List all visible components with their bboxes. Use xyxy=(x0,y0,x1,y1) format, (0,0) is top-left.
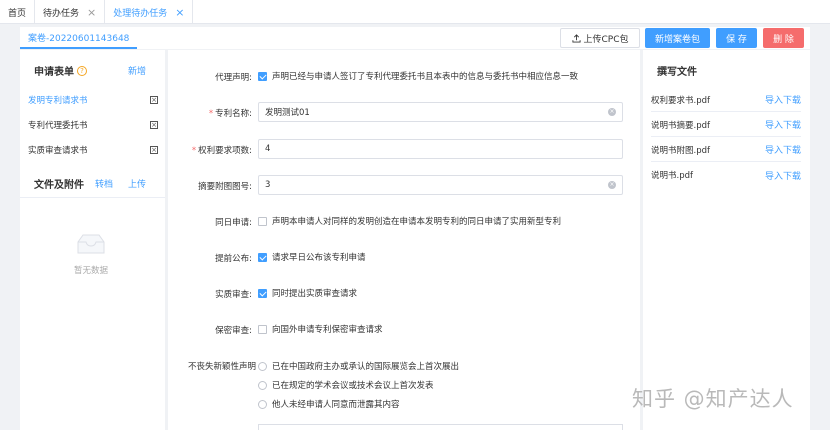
file-name: 说明书附图.pdf xyxy=(651,145,710,156)
help-icon[interactable]: ? xyxy=(77,65,87,76)
same-day-label: 同日申请: xyxy=(215,218,252,228)
form-item-label: 实质审查请求书 xyxy=(28,146,88,156)
save-button[interactable]: 保 存 xyxy=(716,28,757,48)
file-row: 权利要求书.pdf 导入下载 xyxy=(651,88,801,112)
import-download-link[interactable]: 导入下载 xyxy=(765,169,801,182)
tab-process-todo[interactable]: 处理待办任务 × xyxy=(105,0,194,24)
checkbox[interactable] xyxy=(258,71,267,81)
checkbox-label: 声明本申请人对同样的发明创造在申请本发明专利的同日申请了实用新型专利 xyxy=(272,217,562,227)
form-item[interactable]: 实质审查请求书 × xyxy=(28,143,158,157)
radio[interactable] xyxy=(258,399,267,409)
case-tab[interactable]: 案卷-20220601143648 xyxy=(20,27,138,49)
novelty-radio[interactable]: 已在规定的学术会议或技术会议上首次发表 xyxy=(258,379,434,391)
left-panel: 申请表单 ? 新增 发明专利请求书 × 专利代理委托书 × 实质审查请求书 × … xyxy=(20,50,165,430)
convert-link[interactable]: 转档 xyxy=(95,177,113,190)
form-item-label: 专利代理委托书 xyxy=(28,121,88,131)
input-value: 4 xyxy=(265,144,271,154)
tab-bar: 首页 待办任务 × 处理待办任务 × xyxy=(0,0,830,24)
radio-label: 已在中国政府主办或承认的国际展览会上首次展出 xyxy=(272,362,460,372)
import-download-link[interactable]: 导入下载 xyxy=(765,118,801,131)
substantive-exam-label: 实质审查: xyxy=(215,290,252,300)
remove-icon[interactable]: × xyxy=(150,146,158,154)
checkbox[interactable] xyxy=(258,324,267,334)
input-value: 3 xyxy=(265,180,271,190)
same-day-checkbox[interactable]: 声明本申请人对同样的发明创造在申请本发明专利的同日申请了实用新型专利 xyxy=(258,215,561,227)
radio[interactable] xyxy=(258,380,267,390)
input-value: 发明测试01 xyxy=(265,108,310,118)
add-form-link[interactable]: 新增 xyxy=(128,64,146,77)
right-panel: 撰写文件 权利要求书.pdf 导入下载 说明书摘要.pdf 导入下载 说明书附图… xyxy=(643,50,810,430)
close-icon[interactable]: × xyxy=(175,6,184,19)
checkbox-label: 声明已经与申请人签订了专利代理委托书且本表中的信息与委托书中相应信息一致 xyxy=(272,72,579,82)
partial-input[interactable] xyxy=(258,424,623,430)
form-item[interactable]: 发明专利请求书 × xyxy=(28,93,158,107)
tab-home[interactable]: 首页 xyxy=(0,0,36,24)
agent-statement-label: 代理声明: xyxy=(215,73,252,83)
file-name: 说明书摘要.pdf xyxy=(651,120,710,131)
abstract-figure-label: 摘要附图图号: xyxy=(198,182,252,192)
form-item-label: 发明专利请求书 xyxy=(28,96,88,106)
button-label: 上传CPC包 xyxy=(583,34,629,45)
radio-label: 已在规定的学术会议或技术会议上首次发表 xyxy=(272,381,434,391)
case-toolbar: 案卷-20220601143648 上传CPC包 新增案卷包 保 存 删 除 xyxy=(20,27,810,49)
delete-button[interactable]: 删 除 xyxy=(763,28,804,48)
import-download-link[interactable]: 导入下载 xyxy=(765,93,801,106)
watermark: 知乎 @知产达人 xyxy=(632,387,794,411)
import-download-link[interactable]: 导入下载 xyxy=(765,143,801,156)
claims-count-label: * 权利要求项数: xyxy=(191,146,252,156)
application-form: 代理声明: 声明已经与申请人签订了专利代理委托书且本表中的信息与委托书中相应信息… xyxy=(168,50,640,430)
checkbox-label: 同时提出实质审查请求 xyxy=(272,289,358,299)
file-name: 说明书.pdf xyxy=(651,171,693,181)
upload-cpc-button[interactable]: 上传CPC包 xyxy=(560,28,640,48)
new-case-button[interactable]: 新增案卷包 xyxy=(645,28,710,48)
agent-statement-checkbox[interactable]: 声明已经与申请人签订了专利代理委托书且本表中的信息与委托书中相应信息一致 xyxy=(258,70,578,82)
section-title: 撰写文件 xyxy=(657,67,697,78)
novelty-label: 不丧失新颖性声明 xyxy=(187,362,256,372)
remove-icon[interactable]: × xyxy=(150,121,158,129)
claims-count-input[interactable]: 4 xyxy=(258,139,623,159)
early-publication-checkbox[interactable]: 请求早日公布该专利申请 xyxy=(258,251,366,263)
confidentiality-label: 保密审查: xyxy=(215,326,252,336)
checkbox-label: 向国外申请专利保密审查请求 xyxy=(272,325,383,335)
checkbox[interactable] xyxy=(258,252,267,262)
upload-icon xyxy=(571,33,581,43)
clear-icon[interactable]: × xyxy=(608,181,616,189)
novelty-radio[interactable]: 已在中国政府主办或承认的国际展览会上首次展出 xyxy=(258,360,459,372)
section-title: 申请表单 xyxy=(34,67,74,78)
patent-name-input[interactable]: 发明测试01 × xyxy=(258,102,623,122)
early-publication-label: 提前公布: xyxy=(215,254,252,264)
novelty-radio[interactable]: 他人未经申请人同意而泄露其内容 xyxy=(258,398,400,410)
form-item[interactable]: 专利代理委托书 × xyxy=(28,118,158,132)
tab-todo[interactable]: 待办任务 × xyxy=(35,0,106,24)
file-row: 说明书摘要.pdf 导入下载 xyxy=(651,113,801,137)
remove-icon[interactable]: × xyxy=(150,96,158,104)
checkbox[interactable] xyxy=(258,288,267,298)
tab-label: 首页 xyxy=(8,8,27,19)
radio-label: 他人未经申请人同意而泄露其内容 xyxy=(272,400,400,410)
file-row: 说明书附图.pdf 导入下载 xyxy=(651,138,801,162)
checkbox-label: 请求早日公布该专利申请 xyxy=(272,253,366,263)
close-icon[interactable]: × xyxy=(87,6,96,19)
radio[interactable] xyxy=(258,361,267,371)
confidentiality-checkbox[interactable]: 向国外申请专利保密审查请求 xyxy=(258,323,383,335)
clear-icon[interactable]: × xyxy=(608,108,616,116)
section-title: 文件及附件 xyxy=(34,180,84,191)
checkbox[interactable] xyxy=(258,216,267,226)
empty-box-icon xyxy=(77,234,105,254)
upload-link[interactable]: 上传 xyxy=(128,177,146,190)
tab-label: 处理待办任务 xyxy=(113,8,168,19)
form-section-header: 申请表单 ? xyxy=(34,63,87,78)
substantive-exam-checkbox[interactable]: 同时提出实质审查请求 xyxy=(258,287,357,299)
file-row: 说明书.pdf 导入下载 xyxy=(651,163,801,187)
abstract-figure-input[interactable]: 3 × xyxy=(258,175,623,195)
empty-text: 暂无数据 xyxy=(74,266,109,276)
patent-name-label: * 专利名称: xyxy=(208,109,252,119)
tab-label: 待办任务 xyxy=(43,8,80,19)
file-name: 权利要求书.pdf xyxy=(651,95,710,106)
divider xyxy=(20,197,165,198)
